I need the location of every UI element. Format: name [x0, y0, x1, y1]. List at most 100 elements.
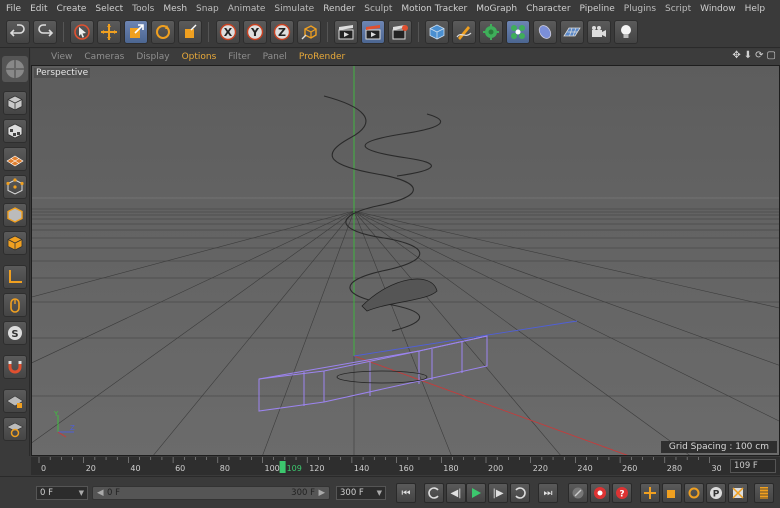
rotate-tool-button[interactable]: [151, 20, 175, 44]
menu-window[interactable]: Window: [700, 4, 736, 14]
timeline-window-button[interactable]: [754, 483, 774, 503]
axis-mode-button[interactable]: [3, 265, 27, 289]
tweak-mode-button[interactable]: [3, 293, 27, 317]
menu-tools[interactable]: Tools: [132, 4, 154, 14]
snapping-button[interactable]: [3, 355, 27, 379]
menu-mesh[interactable]: Mesh: [163, 4, 187, 14]
key-parameter-button[interactable]: P: [706, 483, 726, 503]
render-to-picture-viewer-button[interactable]: [361, 20, 385, 44]
menu-select[interactable]: Select: [95, 4, 123, 14]
add-deformer-button[interactable]: [533, 20, 557, 44]
viewport-menu-bar: View Cameras Display Options Filter Pane…: [31, 49, 780, 65]
render-settings-button[interactable]: [388, 20, 412, 44]
next-key-button[interactable]: [510, 483, 530, 503]
points-mode-button[interactable]: [3, 175, 27, 199]
key-pla-button[interactable]: [728, 483, 748, 503]
key-scale-button[interactable]: [662, 483, 682, 503]
record-keys-button[interactable]: [568, 483, 588, 503]
move-icon: [101, 24, 117, 40]
start-frame-field[interactable]: 0 F ▼: [36, 486, 88, 500]
rotate-view-icon[interactable]: ⟳: [755, 50, 763, 61]
menu-character[interactable]: Character: [526, 4, 570, 14]
menu-mograph[interactable]: MoGraph: [476, 4, 517, 14]
end-frame-field[interactable]: 300 F ▼: [336, 486, 386, 500]
add-camera-button[interactable]: [587, 20, 611, 44]
y-axis-lock-button[interactable]: Y: [243, 20, 267, 44]
viewport-menu-prorender[interactable]: ProRender: [299, 52, 345, 62]
workplane-rotate-button[interactable]: [3, 417, 27, 441]
menu-file[interactable]: File: [6, 4, 21, 14]
parameter-key-icon: P: [710, 487, 722, 500]
redo-button[interactable]: [33, 20, 57, 44]
render-view-button[interactable]: [334, 20, 358, 44]
model-mode-button[interactable]: [3, 91, 27, 115]
viewport-menu-cameras[interactable]: Cameras: [84, 52, 124, 62]
play-button[interactable]: [466, 483, 486, 503]
live-selection-button[interactable]: [70, 20, 94, 44]
z-axis-lock-button[interactable]: Z: [270, 20, 294, 44]
workplane-mode-button[interactable]: [3, 147, 27, 171]
maximize-view-icon[interactable]: ▢: [767, 50, 776, 61]
move-tool-button[interactable]: [97, 20, 121, 44]
timeline-ruler[interactable]: 0 20 40 60 80 100 120 140 160 180 200 220 240 260 280 3…: [31, 457, 780, 475]
pan-icon[interactable]: ✥: [732, 50, 740, 61]
menu-render[interactable]: Render: [323, 4, 355, 14]
preview-range-slider[interactable]: ◀ 0 F 300 F ▶: [92, 486, 330, 500]
add-mograph-button[interactable]: [506, 20, 530, 44]
toolbar-separator: [327, 22, 328, 42]
cloner-icon: [511, 25, 525, 39]
menu-animate[interactable]: Animate: [228, 4, 266, 14]
perspective-viewport[interactable]: Y Z Perspective Grid Spacing : 100 cm: [31, 65, 780, 456]
menu-edit[interactable]: Edit: [30, 4, 47, 14]
viewport-menu-display[interactable]: Display: [136, 52, 169, 62]
scale-tool-button[interactable]: [124, 20, 148, 44]
menu-motion-tracker[interactable]: Motion Tracker: [401, 4, 467, 14]
go-to-end-button[interactable]: ⏭: [538, 483, 558, 503]
previous-frame-button[interactable]: ◀|: [446, 483, 466, 503]
menu-sculpt[interactable]: Sculpt: [364, 4, 392, 14]
go-to-start-button[interactable]: ⏮: [396, 483, 416, 503]
menu-help[interactable]: Help: [745, 4, 766, 14]
viewport-menu-view[interactable]: View: [51, 52, 72, 62]
next-key-icon: [515, 487, 526, 499]
viewport-menu-panel[interactable]: Panel: [263, 52, 287, 62]
keyframe-selection-button[interactable]: ?: [612, 483, 632, 503]
menu-simulate[interactable]: Simulate: [274, 4, 314, 14]
edges-mode-button[interactable]: [3, 203, 27, 227]
viewport-menu-filter[interactable]: Filter: [228, 52, 250, 62]
zoom-arrow-icon[interactable]: ⬇: [744, 50, 752, 61]
add-light-button[interactable]: [614, 20, 638, 44]
x-axis-lock-button[interactable]: X: [216, 20, 240, 44]
deformer-icon: [538, 25, 552, 39]
viewport-menu-options[interactable]: Options: [182, 52, 217, 62]
add-environment-button[interactable]: [560, 20, 584, 44]
add-generator-button[interactable]: [479, 20, 503, 44]
next-frame-button[interactable]: |▶: [488, 483, 508, 503]
add-spline-button[interactable]: [452, 20, 476, 44]
key-rotation-button[interactable]: [684, 483, 704, 503]
undo-button[interactable]: [6, 20, 30, 44]
recent-tool-button[interactable]: [178, 20, 202, 44]
playhead-marker[interactable]: [279, 461, 286, 473]
previous-key-button[interactable]: [424, 483, 444, 503]
current-frame-field[interactable]: 109 F: [730, 459, 776, 473]
coordinate-system-button[interactable]: [297, 20, 321, 44]
polygons-mode-button[interactable]: [3, 231, 27, 255]
make-editable-button[interactable]: [2, 56, 28, 82]
cursor-icon: [74, 24, 90, 40]
menu-script[interactable]: Script: [665, 4, 691, 14]
add-cube-button[interactable]: [425, 20, 449, 44]
autokeying-button[interactable]: [590, 483, 610, 503]
solo-mode-button[interactable]: S: [3, 321, 27, 345]
menu-create[interactable]: Create: [57, 4, 87, 14]
menu-plugins[interactable]: Plugins: [624, 4, 656, 14]
menu-snap[interactable]: Snap: [196, 4, 219, 14]
texture-mode-button[interactable]: [3, 119, 27, 143]
key-position-button[interactable]: [640, 483, 660, 503]
pen-icon: [456, 26, 472, 40]
workplane-lock-button[interactable]: [3, 389, 27, 413]
timeline-tick-label: 260: [622, 464, 637, 473]
start-frame-value: 0 F: [40, 488, 53, 498]
menu-pipeline[interactable]: Pipeline: [580, 4, 615, 14]
grid-rotate-icon: [6, 422, 24, 438]
